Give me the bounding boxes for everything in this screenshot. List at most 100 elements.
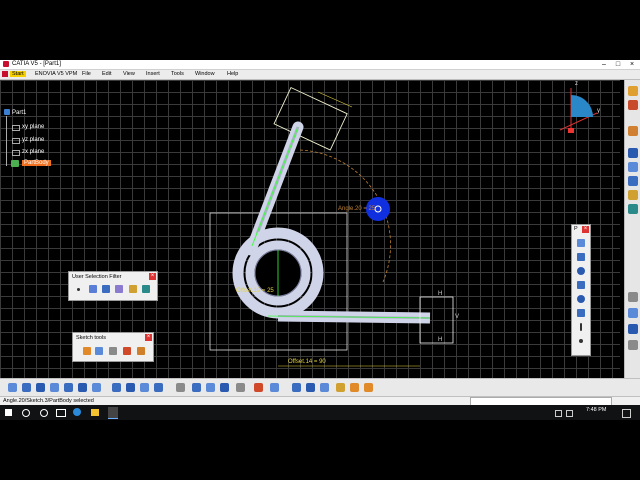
menu-enovia[interactable]: ENOVIA V5 VPM <box>35 71 77 77</box>
zoom-out-icon[interactable] <box>78 383 87 392</box>
construction-toggle-icon[interactable] <box>220 383 229 392</box>
rectangle-icon[interactable] <box>577 253 585 261</box>
mirror-icon[interactable] <box>628 190 638 200</box>
profile-icon[interactable] <box>577 239 585 247</box>
app-menu-icon[interactable] <box>2 71 8 77</box>
tree-item-partbody[interactable]: PartBody <box>22 160 51 166</box>
grid-icon[interactable] <box>83 347 91 355</box>
menu-edit[interactable]: Edit <box>102 71 111 77</box>
tree-item-zx-plane[interactable]: zx plane <box>22 149 44 155</box>
operation-icon[interactable] <box>628 126 638 136</box>
menu-file[interactable]: File <box>82 71 91 77</box>
profile-toolbar-panel[interactable]: P × <box>571 224 591 356</box>
fit-all-icon[interactable] <box>22 383 31 392</box>
constraint-toggle-icon[interactable] <box>236 383 245 392</box>
sketch-viewport[interactable]: Part1 xy plane yz plane zx plane Angle.2… <box>0 80 620 378</box>
project-icon[interactable] <box>628 204 638 214</box>
pan-icon[interactable] <box>36 383 45 392</box>
corner-icon[interactable] <box>628 148 638 158</box>
update-icon[interactable] <box>364 383 373 392</box>
tray-volume-icon[interactable] <box>566 410 573 417</box>
shading-icon[interactable] <box>126 383 135 392</box>
trim-icon[interactable] <box>628 176 638 186</box>
menu-bar: Start ENOVIA V5 VPM File Edit View Inser… <box>0 70 640 80</box>
catia-taskbar-icon[interactable] <box>108 407 118 419</box>
v-constraint-label: V <box>455 314 460 320</box>
animate-constraint-icon[interactable] <box>350 383 359 392</box>
hide-show-icon[interactable] <box>140 383 149 392</box>
close-icon[interactable]: × <box>145 334 152 341</box>
menu-help[interactable]: Help <box>227 71 238 77</box>
file-explorer-icon[interactable] <box>91 409 99 416</box>
tray-network-icon[interactable] <box>555 410 562 417</box>
spline-icon[interactable] <box>577 281 585 289</box>
tree-item-xy-plane[interactable]: xy plane <box>22 124 44 130</box>
dimension-icon[interactable] <box>292 383 301 392</box>
minimize-button[interactable]: – <box>597 60 611 69</box>
dimensional-constraints-icon[interactable] <box>137 347 145 355</box>
rotate-icon[interactable] <box>50 383 59 392</box>
taskbar-clock[interactable]: 7:48 PM <box>586 407 606 413</box>
close-button[interactable]: × <box>625 60 639 69</box>
menu-view[interactable]: View <box>123 71 135 77</box>
tree-item-yz-plane[interactable]: yz plane <box>22 137 44 143</box>
edge-browser-icon[interactable] <box>73 408 81 416</box>
surface-filter-icon[interactable] <box>102 285 110 293</box>
ellipse-icon[interactable] <box>577 295 585 303</box>
animate-icon[interactable] <box>628 308 638 318</box>
compass-y-label: y <box>597 108 600 114</box>
feature-filter-icon[interactable] <box>129 285 137 293</box>
offset-bottom-dimension-label[interactable]: Offset.14 = 90 <box>288 359 326 365</box>
tree-root[interactable]: Part1 <box>12 110 26 116</box>
swap-visible-space-icon[interactable] <box>154 383 163 392</box>
volume-filter-icon[interactable] <box>115 285 123 293</box>
cortana-icon[interactable] <box>40 409 48 417</box>
windows-start-icon[interactable] <box>5 409 12 416</box>
geometry-filter-icon[interactable] <box>142 285 150 293</box>
point-icon[interactable] <box>579 339 583 343</box>
sketch-analysis-icon[interactable] <box>270 383 279 392</box>
construction-icon[interactable] <box>109 347 117 355</box>
analysis-icon[interactable] <box>628 324 638 334</box>
offset-r-dimension-label[interactable]: Offset.19 = 25 <box>236 288 274 294</box>
measure-icon[interactable] <box>176 383 185 392</box>
menu-start[interactable]: Start <box>10 71 26 77</box>
chamfer-icon[interactable] <box>628 162 638 172</box>
search-icon[interactable] <box>22 409 30 417</box>
task-view-icon[interactable] <box>56 409 66 417</box>
close-icon[interactable]: × <box>582 226 589 233</box>
menu-tools[interactable]: Tools <box>171 71 184 77</box>
menu-insert[interactable]: Insert <box>146 71 160 77</box>
exit-workbench-icon[interactable] <box>628 100 638 110</box>
snap-icon[interactable] <box>206 383 215 392</box>
edit-multi-constraint-icon[interactable] <box>306 383 315 392</box>
angle-dimension-label[interactable]: Angle.20 = 25 <box>338 206 375 212</box>
line-icon[interactable] <box>577 309 585 317</box>
notification-icon[interactable] <box>622 409 631 418</box>
maximize-button[interactable]: □ <box>611 60 625 69</box>
fly-mode-icon[interactable] <box>8 383 17 392</box>
axis-icon[interactable] <box>580 323 582 331</box>
curve-filter-icon[interactable] <box>89 285 97 293</box>
windows-taskbar <box>0 405 640 420</box>
point-filter-icon[interactable] <box>77 288 80 291</box>
constraint-icon[interactable] <box>628 292 638 302</box>
grid-toggle-icon[interactable] <box>192 383 201 392</box>
circle-icon[interactable] <box>577 267 585 275</box>
catia-logo-icon <box>3 61 9 67</box>
options-icon[interactable] <box>628 340 638 350</box>
quick-view-icon[interactable] <box>112 383 121 392</box>
auto-constraint-icon[interactable] <box>336 383 345 392</box>
zoom-in-icon[interactable] <box>64 383 73 392</box>
fix-together-icon[interactable] <box>320 383 329 392</box>
bottom-toolbar <box>0 378 640 397</box>
geometric-constraints-icon[interactable] <box>123 347 131 355</box>
sketch-tools-panel[interactable]: Sketch tools × <box>72 332 154 362</box>
normal-view-icon[interactable] <box>92 383 101 392</box>
close-icon[interactable]: × <box>149 273 156 280</box>
sketcher-workbench-icon[interactable] <box>628 86 638 96</box>
menu-window[interactable]: Window <box>195 71 215 77</box>
snap-to-point-icon[interactable] <box>95 347 103 355</box>
cut-part-icon[interactable] <box>254 383 263 392</box>
user-selection-filter-panel[interactable]: User Selection Filter × <box>68 271 158 301</box>
